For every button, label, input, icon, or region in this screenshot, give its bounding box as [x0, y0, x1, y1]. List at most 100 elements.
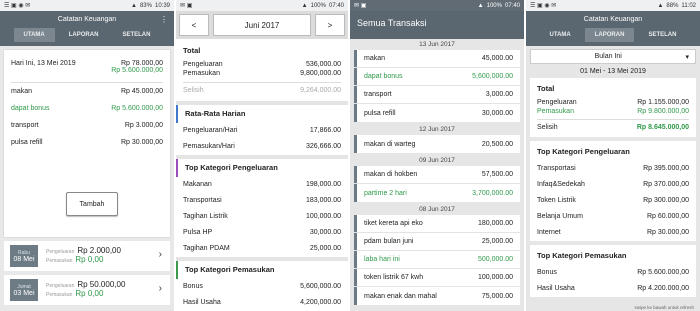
list-item[interactable]: makan Rp 45.000,00 [4, 83, 170, 100]
stat-row: Pulsa HP 30,000.00 [176, 225, 348, 241]
stat-label: Bonus [183, 283, 203, 290]
transaction-row[interactable]: pulsa refill 30,000.00 [354, 104, 520, 122]
chevron-right-icon: › [158, 249, 162, 260]
transaction-name: laba hari ini [364, 256, 400, 263]
stat-value: 17,866.00 [309, 127, 341, 134]
period-select[interactable]: Bulan Ini ▾ [530, 49, 696, 64]
total-in-label: Pemasukan [537, 108, 574, 115]
tab-laporan[interactable]: LAPORAN [584, 28, 635, 42]
list-item[interactable]: pulsa refill Rp 30.000,00 [4, 134, 170, 151]
in-value: Rp 0,00 [75, 255, 104, 264]
stat-label: Hasil Usaha [183, 299, 221, 306]
section-title: Top Kategori Pemasukan [537, 251, 627, 260]
list-item[interactable]: dapat bonus Rp 5.600.000,00 [4, 100, 170, 117]
add-transaction-button[interactable]: Tambah [66, 192, 118, 216]
item-value: Rp 5.600.000,00 [111, 105, 163, 112]
transaction-row[interactable]: dapat bonus 5,600,000.00 [354, 68, 520, 86]
stat-row: Infaq&Sedekah Rp 370.000,00 [530, 177, 696, 193]
day-badge: Rabu 08 Mei [10, 245, 38, 267]
transaction-amount: 100,000.00 [477, 274, 513, 281]
status-bar: ✉ ▣ ▲ 100% 07:40 [350, 0, 524, 11]
transaction-row[interactable]: makan 45,000.00 [354, 50, 520, 68]
list-item[interactable]: transport Rp 3.000,00 [4, 117, 170, 134]
out-value: Rp 50.000,00 [77, 280, 126, 289]
signal-icon: ▲ [131, 2, 137, 9]
transaction-amount: 57,500.00 [481, 171, 513, 178]
transaction-amount: 45,000.00 [481, 55, 513, 62]
transaction-row[interactable]: tiket kereta api eko 180,000.00 [354, 215, 520, 233]
stat-row: Belanja Umum Rp 60.000,00 [530, 209, 696, 225]
tab-utama[interactable]: UTAMA [13, 28, 55, 42]
month-navigator: < Juni 2017 > [176, 11, 348, 39]
transaction-name: tiket kereta api eko [364, 220, 423, 227]
stat-label: Makanan [183, 181, 212, 188]
tab-laporan[interactable]: LAPORAN [59, 28, 109, 42]
transaction-row[interactable]: makan enak dan mahal 75,000.00 [354, 287, 520, 305]
app-bar: Catatan Keuangan UTAMA LAPORAN SETELAN [526, 11, 700, 46]
transaction-name: transport [364, 91, 392, 98]
app-title: Catatan Keuangan [583, 16, 643, 23]
transaction-row[interactable]: makan di warteg 20,500.00 [354, 135, 520, 153]
transaction-row[interactable]: pdam bulan juni 25,000.00 [354, 233, 520, 251]
stat-value: 25,000.00 [309, 245, 341, 252]
item-name: pulsa refill [11, 139, 43, 146]
transaction-row[interactable]: makan di hokben 57,500.00 [354, 166, 520, 184]
tab-utama[interactable]: UTAMA [540, 28, 581, 42]
stat-label: Pemasukan/Hari [183, 143, 235, 150]
stat-value: 4,200,000.00 [300, 299, 341, 306]
item-value: Rp 30.000,00 [120, 139, 163, 146]
screen-home: ☰ ▣ ◉ ✉ ▲ 83% 10:39 Catatan Keuangan ⋮ UTA… [0, 0, 174, 311]
overflow-menu-icon[interactable]: ⋮ [160, 15, 168, 24]
clock: 07:40 [504, 2, 520, 9]
total-in-label: Pemasukan [183, 70, 220, 77]
top-income-section: Top Kategori Pemasukan Bonus 5,600,000.00… [176, 261, 348, 311]
date-separator: 09 Jun 2017 [419, 157, 455, 164]
transaction-amount: 3,700,000.00 [472, 189, 513, 197]
stat-label: Bonus [537, 269, 557, 276]
day-summary-card[interactable]: Jumat 03 Mei Pengeluaran Rp 50.000,00 Pemasu… [4, 275, 170, 305]
transaction-group: makan di warteg 20,500.00 [354, 135, 520, 153]
stat-label: Token Listrik [537, 197, 576, 204]
transaction-name: partime 2 hari [364, 189, 407, 197]
in-label: Pemasukan [46, 292, 73, 298]
stat-row: Transportasi Rp 395.000,00 [530, 161, 696, 177]
dropdown-arrow-icon: ▾ [685, 53, 689, 61]
stat-label: Internet [537, 229, 561, 236]
stat-row: Hasil Usaha Rp 4.200.000,00 [530, 281, 696, 297]
notification-icons: ☰ ▣ ◉ ✉ [530, 3, 557, 9]
transaction-amount: 3,000.00 [485, 91, 513, 98]
section-title: Rata-Rata Harian [176, 105, 348, 123]
transaction-row[interactable]: laba hari ini 500,000.00 [354, 251, 520, 269]
stat-row: Pemasukan/Hari 326,666.00 [176, 139, 348, 155]
screen-all-transactions: ✉ ▣ ▲ 100% 07:40 Semua Transaksi 13 Jun 20… [350, 0, 524, 311]
item-value: Rp 3.000,00 [124, 122, 163, 129]
item-name: transport [11, 122, 39, 129]
transaction-name: pulsa refill [364, 109, 396, 117]
section-title: Top Kategori Pengeluaran [537, 147, 630, 156]
today-total-in: Rp 5.600.000,00 [111, 67, 163, 74]
day-values: Pengeluaran Rp 2.000,00 Pemasukan Rp 0,00 [46, 247, 121, 265]
stat-value: 30,000.00 [309, 229, 341, 236]
item-name: makan [11, 88, 33, 95]
transaction-group: makan 45,000.00 dapat bonus 5,600,000.00 tra… [354, 50, 520, 122]
status-bar: ☰ ▣ ◉ ✉ ▲ 88% 11:02 [526, 0, 700, 11]
today-summary-card: Hari Ini, 13 Mei 2019 Rp 78.000,00 Rp 5.… [4, 50, 170, 237]
transaction-amount: 5,600,000.00 [472, 73, 513, 80]
current-month: Juni 2017 [213, 14, 311, 36]
refresh-hint: swipe ke bawah untuk refresh [634, 305, 694, 310]
in-value: Rp 0,00 [75, 289, 104, 298]
day-summary-card[interactable]: Rabu 08 Mei Pengeluaran Rp 2.000,00 Pemasuka… [4, 241, 170, 271]
next-month-button[interactable]: > [315, 14, 345, 36]
transaction-row[interactable]: partime 2 hari 3,700,000.00 [354, 184, 520, 202]
stat-value: 5,600,000.00 [300, 283, 341, 290]
transaction-row[interactable]: token listrik 67 kwh 100,000.00 [354, 269, 520, 287]
prev-month-button[interactable]: < [179, 14, 209, 36]
tab-setelan[interactable]: SETELAN [112, 28, 160, 42]
stat-label: Tagihan Listrik [183, 213, 228, 220]
out-value: Rp 2.000,00 [77, 246, 121, 255]
tab-setelan[interactable]: SETELAN [638, 28, 686, 42]
period-select-value: Bulan Ini [594, 53, 622, 60]
section-title: Top Kategori Pemasukan [176, 261, 348, 279]
transaction-row[interactable]: transport 3,000.00 [354, 86, 520, 104]
transaction-group: makan di hokben 57,500.00 partime 2 hari 3,… [354, 166, 520, 202]
